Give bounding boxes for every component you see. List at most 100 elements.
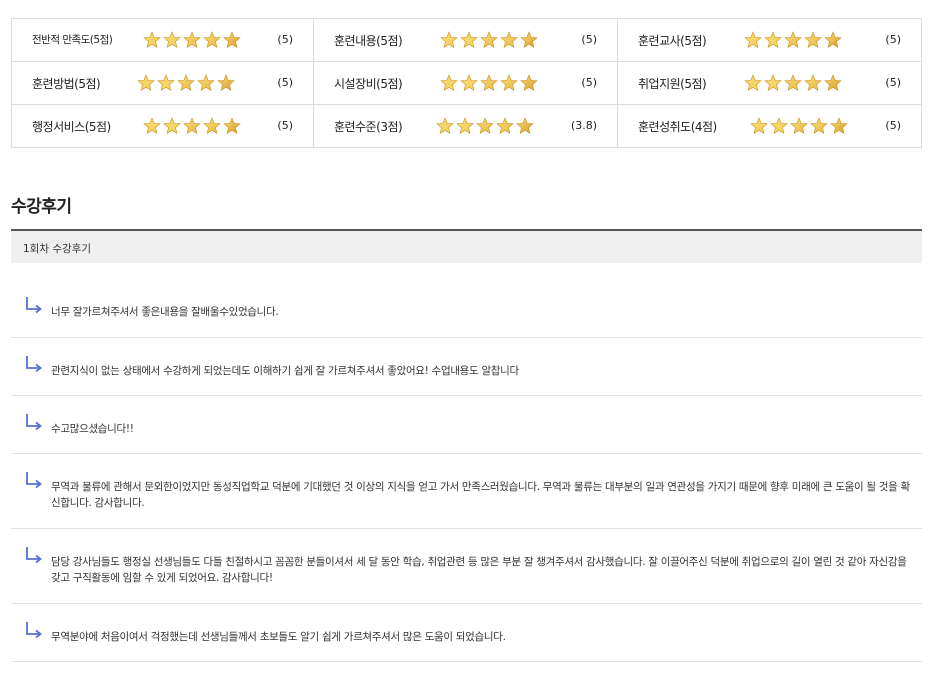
star-icon <box>163 117 181 134</box>
rating-cell: 행정서비스(5점) (5) <box>12 105 314 148</box>
star-icon <box>790 117 808 134</box>
star-icon <box>500 31 518 48</box>
rating-label: 훈련내용(5점) <box>334 34 403 48</box>
rating-score: (5) <box>277 119 293 132</box>
star-icon <box>744 74 762 91</box>
star-icon <box>157 74 175 91</box>
star-rating <box>143 31 241 49</box>
reply-arrow-icon <box>26 472 42 488</box>
rating-label: 시설장비(5점) <box>334 77 403 91</box>
review-item: 담당 강사님들도 행정실 선생님들도 다들 친절하시고 꼼꼼한 분들이셔서 세 … <box>11 529 922 604</box>
rating-cell: 훈련내용(5점) (5) <box>314 19 618 62</box>
star-icon <box>764 74 782 91</box>
rating-score: (5) <box>885 33 901 46</box>
star-icon <box>770 117 788 134</box>
rating-score: (5) <box>277 33 293 46</box>
rating-score: (5) <box>581 33 597 46</box>
star-icon <box>480 74 498 91</box>
star-icon <box>460 74 478 91</box>
rating-label: 취업지원(5점) <box>638 77 707 91</box>
star-icon <box>500 74 518 91</box>
review-item: 무역분야에 처음이여서 걱정했는데 선생님들께서 초보들도 알기 쉽게 가르쳐주… <box>11 604 922 662</box>
star-icon <box>784 31 802 48</box>
star-icon <box>203 117 221 134</box>
reply-arrow-icon <box>26 414 42 430</box>
star-icon <box>830 117 848 134</box>
star-rating <box>137 74 235 92</box>
review-text: 담당 강사님들도 행정실 선생님들도 다들 친절하시고 꼼꼼한 분들이셔서 세 … <box>51 556 907 584</box>
star-icon <box>183 31 201 48</box>
rating-score: (3.8) <box>570 119 597 132</box>
star-icon <box>824 31 842 48</box>
star-rating <box>744 74 842 92</box>
rating-score: (5) <box>885 76 901 89</box>
star-icon <box>177 74 195 91</box>
star-icon <box>163 31 181 48</box>
rating-cell: 훈련교사(5점) (5) <box>618 19 922 62</box>
rating-label: 행정서비스(5점) <box>32 120 111 134</box>
star-icon <box>520 31 538 48</box>
star-icon <box>223 117 241 134</box>
star-rating <box>440 31 538 49</box>
rating-cell: 시설장비(5점) (5) <box>314 62 618 105</box>
reply-arrow-icon <box>26 547 42 563</box>
review-item: 무역과 물류에 관해서 문외한이었지만 동성직업학교 덕분에 기대했던 것 이상… <box>11 454 922 529</box>
reply-arrow-icon <box>26 297 42 313</box>
star-icon <box>764 31 782 48</box>
rating-grid: 전반적 만족도(5점) (5) 훈련내용(5점) (5) 훈련교사(5점) (5… <box>11 18 922 148</box>
star-icon <box>203 31 221 48</box>
rating-cell: 훈련수준(3점) (3.8) <box>314 105 618 148</box>
star-rating <box>436 117 534 135</box>
rating-cell: 훈련성취도(4점) (5) <box>618 105 922 148</box>
section-title: 수강후기 <box>11 197 72 217</box>
star-icon <box>804 74 822 91</box>
rating-score: (5) <box>277 76 293 89</box>
star-icon <box>143 117 161 134</box>
star-icon <box>456 117 474 134</box>
rating-label: 훈련성취도(4점) <box>638 120 717 134</box>
star-rating <box>750 117 848 135</box>
review-text: 너무 잘가르쳐주셔서 좋은내용을 잘배울수있었습니다. <box>51 306 279 318</box>
star-icon <box>460 31 478 48</box>
rating-label: 전반적 만족도(5점) <box>32 34 113 46</box>
reply-arrow-icon <box>26 622 42 638</box>
star-icon <box>824 74 842 91</box>
star-rating <box>744 31 842 49</box>
star-rating <box>143 117 241 135</box>
rating-cell: 전반적 만족도(5점) (5) <box>12 19 314 62</box>
review-text: 무역분야에 처음이여서 걱정했는데 선생님들께서 초보들도 알기 쉽게 가르쳐주… <box>51 631 506 643</box>
rating-label: 훈련교사(5점) <box>638 34 707 48</box>
star-icon <box>440 31 458 48</box>
star-icon <box>436 117 454 134</box>
star-icon <box>223 31 241 48</box>
star-icon <box>804 31 822 48</box>
review-text: 무역과 물류에 관해서 문외한이었지만 동성직업학교 덕분에 기대했던 것 이상… <box>51 481 910 509</box>
review-item: 수고많으셨습니다!! <box>11 396 922 454</box>
star-icon <box>480 31 498 48</box>
reply-arrow-icon <box>26 356 42 372</box>
review-text: 관련지식이 없는 상태에서 수강하게 되었는데도 이해하기 쉽게 잘 가르쳐주셔… <box>51 365 519 377</box>
rating-label: 훈련방법(5점) <box>32 77 101 91</box>
star-icon <box>183 117 201 134</box>
star-icon <box>143 31 161 48</box>
rating-score: (5) <box>581 76 597 89</box>
star-icon <box>440 74 458 91</box>
star-icon <box>784 74 802 91</box>
star-icon <box>516 117 534 134</box>
star-icon <box>217 74 235 91</box>
rating-score: (5) <box>885 119 901 132</box>
review-text: 수고많으셨습니다!! <box>51 423 134 435</box>
star-icon <box>197 74 215 91</box>
rating-cell: 훈련방법(5점) (5) <box>12 62 314 105</box>
star-icon <box>520 74 538 91</box>
rating-cell: 취업지원(5점) (5) <box>618 62 922 105</box>
review-item: 관련지식이 없는 상태에서 수강하게 되었는데도 이해하기 쉽게 잘 가르쳐주셔… <box>11 338 922 396</box>
review-list: 너무 잘가르쳐주셔서 좋은내용을 잘배울수있었습니다. 관련지식이 없는 상태에… <box>11 279 922 662</box>
review-round-label: 1회차 수강후기 <box>23 243 91 255</box>
star-icon <box>750 117 768 134</box>
star-icon <box>476 117 494 134</box>
star-icon <box>744 31 762 48</box>
review-item: 너무 잘가르쳐주셔서 좋은내용을 잘배울수있었습니다. <box>11 279 922 338</box>
review-round-header: 1회차 수강후기 <box>11 229 922 263</box>
rating-label: 훈련수준(3점) <box>334 120 403 134</box>
